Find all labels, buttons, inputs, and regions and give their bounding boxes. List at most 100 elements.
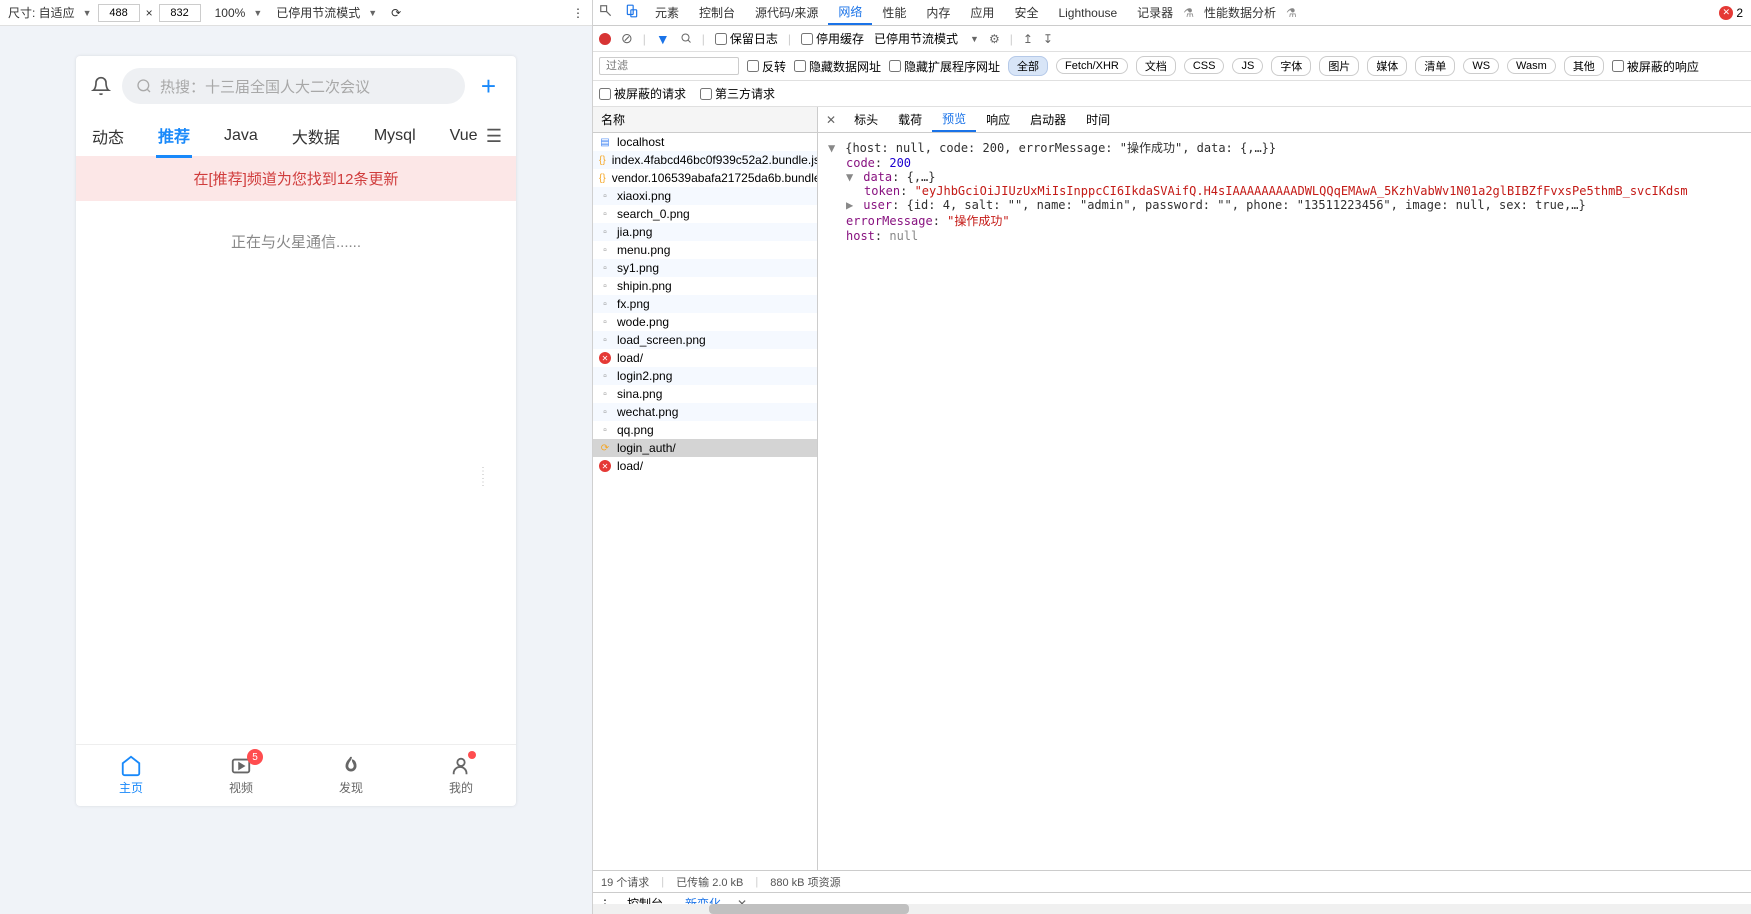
- plus-icon[interactable]: +: [475, 71, 502, 102]
- tab-recorder[interactable]: 记录器: [1127, 0, 1183, 25]
- width-input[interactable]: [98, 4, 140, 22]
- tab-dynamic[interactable]: 动态: [90, 116, 126, 156]
- chip-font[interactable]: 字体: [1271, 56, 1311, 76]
- chip-other[interactable]: 其他: [1564, 56, 1604, 76]
- request-row[interactable]: ▫fx.png: [593, 295, 817, 313]
- request-row[interactable]: ▫wechat.png: [593, 403, 817, 421]
- dtab-payload[interactable]: 载荷: [888, 107, 932, 132]
- hide-data-checkbox[interactable]: 隐藏数据网址: [794, 58, 881, 75]
- tab-java[interactable]: Java: [222, 119, 260, 153]
- tab-mysql[interactable]: Mysql: [372, 119, 418, 153]
- request-row[interactable]: ▫xiaoxi.png: [593, 187, 817, 205]
- request-row[interactable]: {}vendor.106539abafa21725da6b.bundle.js: [593, 169, 817, 187]
- device-toggle-icon[interactable]: [619, 4, 645, 21]
- tab-console[interactable]: 控制台: [689, 0, 745, 25]
- drawer: ⋮ 控制台 新变化 ✕: [593, 892, 1751, 914]
- preview-body[interactable]: ▼ {host: null, code: 200, errorMessage: …: [818, 133, 1751, 870]
- tab-network[interactable]: 网络: [828, 0, 872, 25]
- chevron-down-icon[interactable]: ▼: [368, 8, 377, 18]
- tab-memory[interactable]: 内存: [916, 0, 960, 25]
- menu-icon[interactable]: ☰: [486, 126, 502, 147]
- throttle-label[interactable]: 已停用节流模式: [276, 4, 360, 21]
- chip-css[interactable]: CSS: [1184, 58, 1225, 74]
- nav-video[interactable]: 视频 5: [186, 745, 296, 806]
- rotate-icon[interactable]: ⟳: [391, 6, 401, 20]
- request-row[interactable]: ▫login2.png: [593, 367, 817, 385]
- filter-input[interactable]: [599, 57, 739, 75]
- request-row[interactable]: ▫qq.png: [593, 421, 817, 439]
- dtab-preview[interactable]: 预览: [932, 107, 976, 132]
- alert-bar: 在[推荐]频道为您找到12条更新: [76, 156, 516, 201]
- nav-mine[interactable]: 我的: [406, 745, 516, 806]
- tab-vue[interactable]: Vue: [448, 119, 480, 153]
- chip-wasm[interactable]: Wasm: [1507, 58, 1556, 74]
- hide-ext-checkbox[interactable]: 隐藏扩展程序网址: [889, 58, 1000, 75]
- clear-button[interactable]: ⊘: [621, 30, 633, 47]
- upload-icon[interactable]: ↥: [1023, 32, 1033, 46]
- chip-fetch[interactable]: Fetch/XHR: [1056, 58, 1128, 74]
- nav-discover[interactable]: 发现: [296, 745, 406, 806]
- chip-all[interactable]: 全部: [1008, 56, 1048, 76]
- dtab-headers[interactable]: 标头: [844, 107, 888, 132]
- chip-media[interactable]: 媒体: [1367, 56, 1407, 76]
- preserve-log-checkbox[interactable]: 保留日志: [715, 30, 778, 47]
- request-row[interactable]: ▫load_screen.png: [593, 331, 817, 349]
- chip-ws[interactable]: WS: [1463, 58, 1499, 74]
- record-button[interactable]: [599, 33, 611, 45]
- nav-home[interactable]: 主页: [76, 745, 186, 806]
- chip-js[interactable]: JS: [1232, 58, 1263, 74]
- blocked-req-checkbox[interactable]: 被屏蔽的请求: [599, 85, 686, 102]
- chevron-down-icon[interactable]: ▼: [970, 34, 979, 44]
- request-row[interactable]: ▤localhost: [593, 133, 817, 151]
- request-row[interactable]: {}index.4fabcd46bc0f939c52a2.bundle.js: [593, 151, 817, 169]
- disable-cache-checkbox[interactable]: 停用缓存: [801, 30, 864, 47]
- zoom-label[interactable]: 100%: [215, 6, 246, 20]
- request-row[interactable]: ▫menu.png: [593, 241, 817, 259]
- height-input[interactable]: [159, 4, 201, 22]
- drawer-scrollbar[interactable]: [593, 904, 1751, 914]
- chip-img[interactable]: 图片: [1319, 56, 1359, 76]
- request-row[interactable]: ▫wode.png: [593, 313, 817, 331]
- list-header-name[interactable]: 名称: [593, 107, 817, 133]
- request-row[interactable]: ⟳login_auth/: [593, 439, 817, 457]
- tab-sources[interactable]: 源代码/来源: [745, 0, 828, 25]
- invert-checkbox[interactable]: 反转: [747, 58, 786, 75]
- download-icon[interactable]: ↧: [1043, 32, 1053, 46]
- throttle-dropdown[interactable]: 已停用节流模式: [874, 30, 958, 47]
- request-row[interactable]: ▫shipin.png: [593, 277, 817, 295]
- third-party-checkbox[interactable]: 第三方请求: [700, 85, 775, 102]
- tab-perf-insights[interactable]: 性能数据分析: [1194, 0, 1286, 25]
- chevron-down-icon[interactable]: ▼: [253, 8, 262, 18]
- dtab-response[interactable]: 响应: [976, 107, 1020, 132]
- more-icon[interactable]: ⋮: [572, 6, 584, 20]
- inspect-icon[interactable]: [593, 4, 619, 21]
- search-bar[interactable]: 热搜：十三届全国人大二次会议: [122, 68, 465, 104]
- tab-application[interactable]: 应用: [960, 0, 1004, 25]
- request-row[interactable]: ▫sina.png: [593, 385, 817, 403]
- tab-security[interactable]: 安全: [1004, 0, 1048, 25]
- tab-lighthouse[interactable]: Lighthouse: [1048, 0, 1127, 25]
- request-row[interactable]: ▫jia.png: [593, 223, 817, 241]
- close-icon[interactable]: ✕: [818, 113, 844, 127]
- tab-performance[interactable]: 性能: [872, 0, 916, 25]
- filter-icon[interactable]: ▼: [656, 31, 670, 47]
- blocked-resp-checkbox[interactable]: 被屏蔽的响应: [1612, 58, 1699, 75]
- tab-bigdata[interactable]: 大数据: [290, 116, 342, 156]
- bell-icon[interactable]: [90, 75, 112, 97]
- error-badge[interactable]: ✕ 2: [1719, 6, 1743, 20]
- tab-recommend[interactable]: 推荐: [156, 115, 192, 158]
- chip-doc[interactable]: 文档: [1136, 56, 1176, 76]
- request-row[interactable]: ▫sy1.png: [593, 259, 817, 277]
- dtab-timing[interactable]: 时间: [1076, 107, 1120, 132]
- wifi-icon[interactable]: ⚙: [989, 32, 1000, 46]
- search-icon[interactable]: [680, 31, 692, 47]
- size-label[interactable]: 尺寸: 自适应: [8, 4, 75, 21]
- chevron-down-icon[interactable]: ▼: [83, 8, 92, 18]
- request-row[interactable]: ▫search_0.png: [593, 205, 817, 223]
- vertical-splitter[interactable]: ⋮⋮: [478, 457, 484, 497]
- tab-elements[interactable]: 元素: [645, 0, 689, 25]
- request-row[interactable]: ✕load/: [593, 349, 817, 367]
- dtab-initiator[interactable]: 启动器: [1020, 107, 1076, 132]
- request-row[interactable]: ✕load/: [593, 457, 817, 475]
- chip-manifest[interactable]: 清单: [1415, 56, 1455, 76]
